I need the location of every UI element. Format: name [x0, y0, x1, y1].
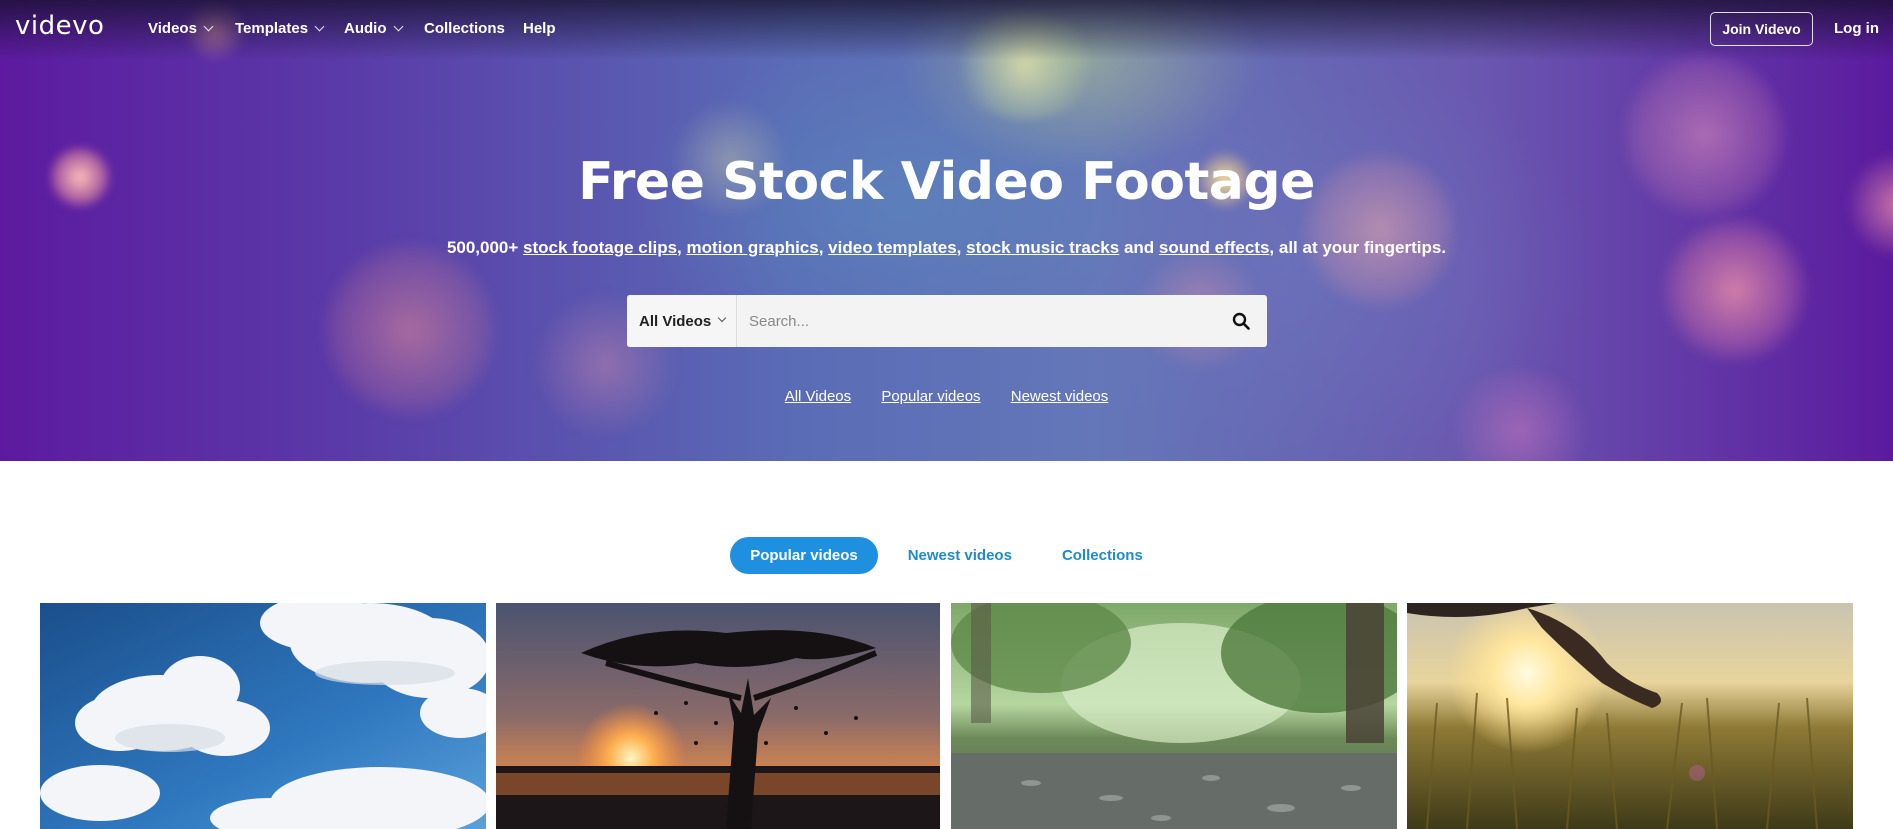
- link-stock-footage[interactable]: stock footage clips: [523, 238, 677, 257]
- login-link[interactable]: Log in: [1834, 20, 1879, 37]
- nav-help[interactable]: Help: [523, 20, 556, 37]
- chevron-down-icon: [393, 21, 403, 32]
- bokeh-light: [1440, 370, 1600, 461]
- link-video-templates[interactable]: video templates: [828, 238, 957, 257]
- rain-forest-image: [951, 603, 1397, 829]
- link-stock-music[interactable]: stock music tracks: [966, 238, 1119, 257]
- video-thumbnail-acacia-sunset[interactable]: [496, 603, 940, 829]
- hero-quick-links: All Videos Popular videos Newest videos: [0, 388, 1893, 405]
- subtitle-prefix: 500,000+: [446, 238, 524, 257]
- clouds-image: [40, 603, 486, 829]
- hero-title: Free Stock Video Footage: [578, 152, 1315, 212]
- search-category-select[interactable]: All Videos: [627, 295, 737, 347]
- video-thumbnail-wheat-field[interactable]: [1407, 603, 1853, 829]
- subtitle-and: and: [1119, 238, 1159, 257]
- nav-templates[interactable]: Templates: [235, 20, 325, 37]
- chevron-down-icon: [718, 313, 727, 323]
- video-thumbnail-rain-forest[interactable]: [951, 603, 1397, 829]
- nav-audio[interactable]: Audio: [344, 20, 403, 37]
- videvo-logo[interactable]: videvo: [15, 11, 104, 41]
- search-category-label: All Videos: [639, 312, 712, 330]
- nav-videos[interactable]: Videos: [148, 20, 214, 37]
- quick-link-all-videos[interactable]: All Videos: [785, 388, 851, 405]
- chevron-down-icon: [203, 21, 214, 32]
- search-input[interactable]: [737, 295, 1215, 347]
- hero-subtitle: 500,000+ stock footage clips, motion gra…: [446, 238, 1447, 257]
- search-bar: All Videos: [627, 295, 1267, 347]
- tab-collections[interactable]: Collections: [1042, 537, 1163, 574]
- search-icon: [1232, 312, 1250, 330]
- quick-link-popular[interactable]: Popular videos: [881, 388, 980, 405]
- nav-collections[interactable]: Collections: [424, 20, 505, 37]
- nav-videos-label: Videos: [148, 20, 197, 37]
- tab-popular-videos[interactable]: Popular videos: [730, 537, 878, 574]
- wheat-field-image: [1407, 603, 1853, 829]
- top-nav: videvo Videos Templates Audio Collection…: [0, 0, 1893, 58]
- chevron-down-icon: [314, 21, 325, 32]
- acacia-sunset-image: [496, 603, 940, 829]
- nav-audio-label: Audio: [344, 20, 387, 37]
- search-button[interactable]: [1215, 295, 1267, 347]
- link-sound-effects[interactable]: sound effects: [1159, 238, 1270, 257]
- join-button[interactable]: Join Videvo: [1710, 12, 1813, 46]
- nav-templates-label: Templates: [235, 20, 309, 37]
- subtitle-suffix: , all at your fingertips.: [1269, 238, 1447, 257]
- link-motion-graphics[interactable]: motion graphics: [686, 238, 818, 257]
- tab-newest-videos[interactable]: Newest videos: [888, 537, 1032, 574]
- quick-link-newest[interactable]: Newest videos: [1011, 388, 1109, 405]
- video-thumbnail-clouds[interactable]: [40, 603, 486, 829]
- video-tabs: Popular videos Newest videos Collections: [0, 537, 1893, 574]
